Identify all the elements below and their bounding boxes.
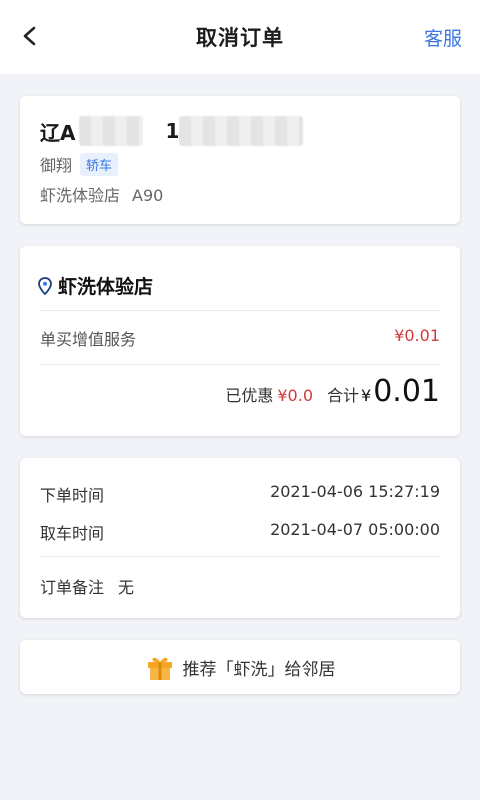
order-info-card: 下单时间 2021-04-06 15:27:19 取车时间 2021-04-07… bbox=[20, 458, 460, 618]
top-nav-bar: 取消订单 客服 bbox=[0, 0, 480, 74]
plate-suffix: 1 bbox=[165, 119, 180, 143]
total-value: 0.01 bbox=[373, 374, 440, 409]
service-line-item: 单买增值服务 ¥0.01 bbox=[40, 326, 440, 350]
vehicle-model: 御翔 bbox=[40, 156, 73, 175]
location-pin-icon bbox=[38, 276, 52, 295]
service-name: 单买增值服务 bbox=[40, 330, 137, 349]
order-note-row: 订单备注无 bbox=[40, 574, 134, 598]
pickup-time-value: 2021-04-07 05:00:00 bbox=[270, 520, 440, 539]
car-type-badge: 轿车 bbox=[80, 152, 119, 176]
order-note-value: 无 bbox=[118, 578, 135, 597]
customer-service-button[interactable]: 客服 bbox=[424, 24, 462, 51]
page-title: 取消订单 bbox=[196, 26, 284, 50]
vehicle-model-row: 御翔 轿车 bbox=[40, 152, 119, 176]
service-price: ¥0.01 bbox=[394, 326, 440, 345]
license-plate: 辽A 1 bbox=[40, 116, 304, 146]
recommend-to-neighbor-button[interactable]: 推荐「虾洗」给邻居 bbox=[20, 640, 460, 694]
total-row: 已优惠 ¥0.0 合计 ¥ 0.01 bbox=[225, 374, 440, 409]
app-root: 取消订单 客服 辽A 1 御翔 轿车 虾洗体验店 A90 虾洗体验店 单买增值服… bbox=[0, 0, 480, 800]
order-time-row: 下单时间 2021-04-06 15:27:19 bbox=[40, 482, 440, 505]
divider bbox=[40, 556, 440, 557]
vehicle-store-row: 虾洗体验店 A90 bbox=[40, 182, 163, 206]
plate-prefix: 辽A bbox=[40, 120, 76, 145]
plate-mask-secondary bbox=[179, 116, 304, 146]
order-price-card: 虾洗体验店 单买增值服务 ¥0.01 已优惠 ¥0.0 合计 ¥ 0.01 bbox=[20, 246, 460, 436]
recommend-text: 推荐「虾洗」给邻居 bbox=[182, 659, 336, 680]
divider bbox=[40, 310, 440, 311]
divider bbox=[40, 364, 440, 365]
pickup-time-row: 取车时间 2021-04-07 05:00:00 bbox=[40, 520, 440, 543]
total-currency: ¥ bbox=[361, 386, 372, 405]
total-label: 合计 bbox=[327, 386, 360, 405]
store-code: A90 bbox=[132, 186, 164, 205]
store-name: 虾洗体验店 bbox=[40, 186, 121, 205]
order-time-label: 下单时间 bbox=[40, 486, 105, 505]
discount-label: 已优惠 bbox=[225, 386, 274, 405]
pickup-time-label: 取车时间 bbox=[40, 524, 105, 543]
vehicle-card: 辽A 1 御翔 轿车 虾洗体验店 A90 bbox=[20, 96, 460, 224]
discount-value: ¥0.0 bbox=[277, 386, 313, 405]
plate-mask bbox=[79, 116, 144, 146]
order-time-value: 2021-04-06 15:27:19 bbox=[270, 482, 440, 501]
store-title: 虾洗体验店 bbox=[58, 276, 154, 298]
order-note-label: 订单备注 bbox=[40, 578, 105, 597]
store-title-row: 虾洗体验店 bbox=[38, 272, 153, 299]
gift-icon bbox=[147, 657, 172, 680]
